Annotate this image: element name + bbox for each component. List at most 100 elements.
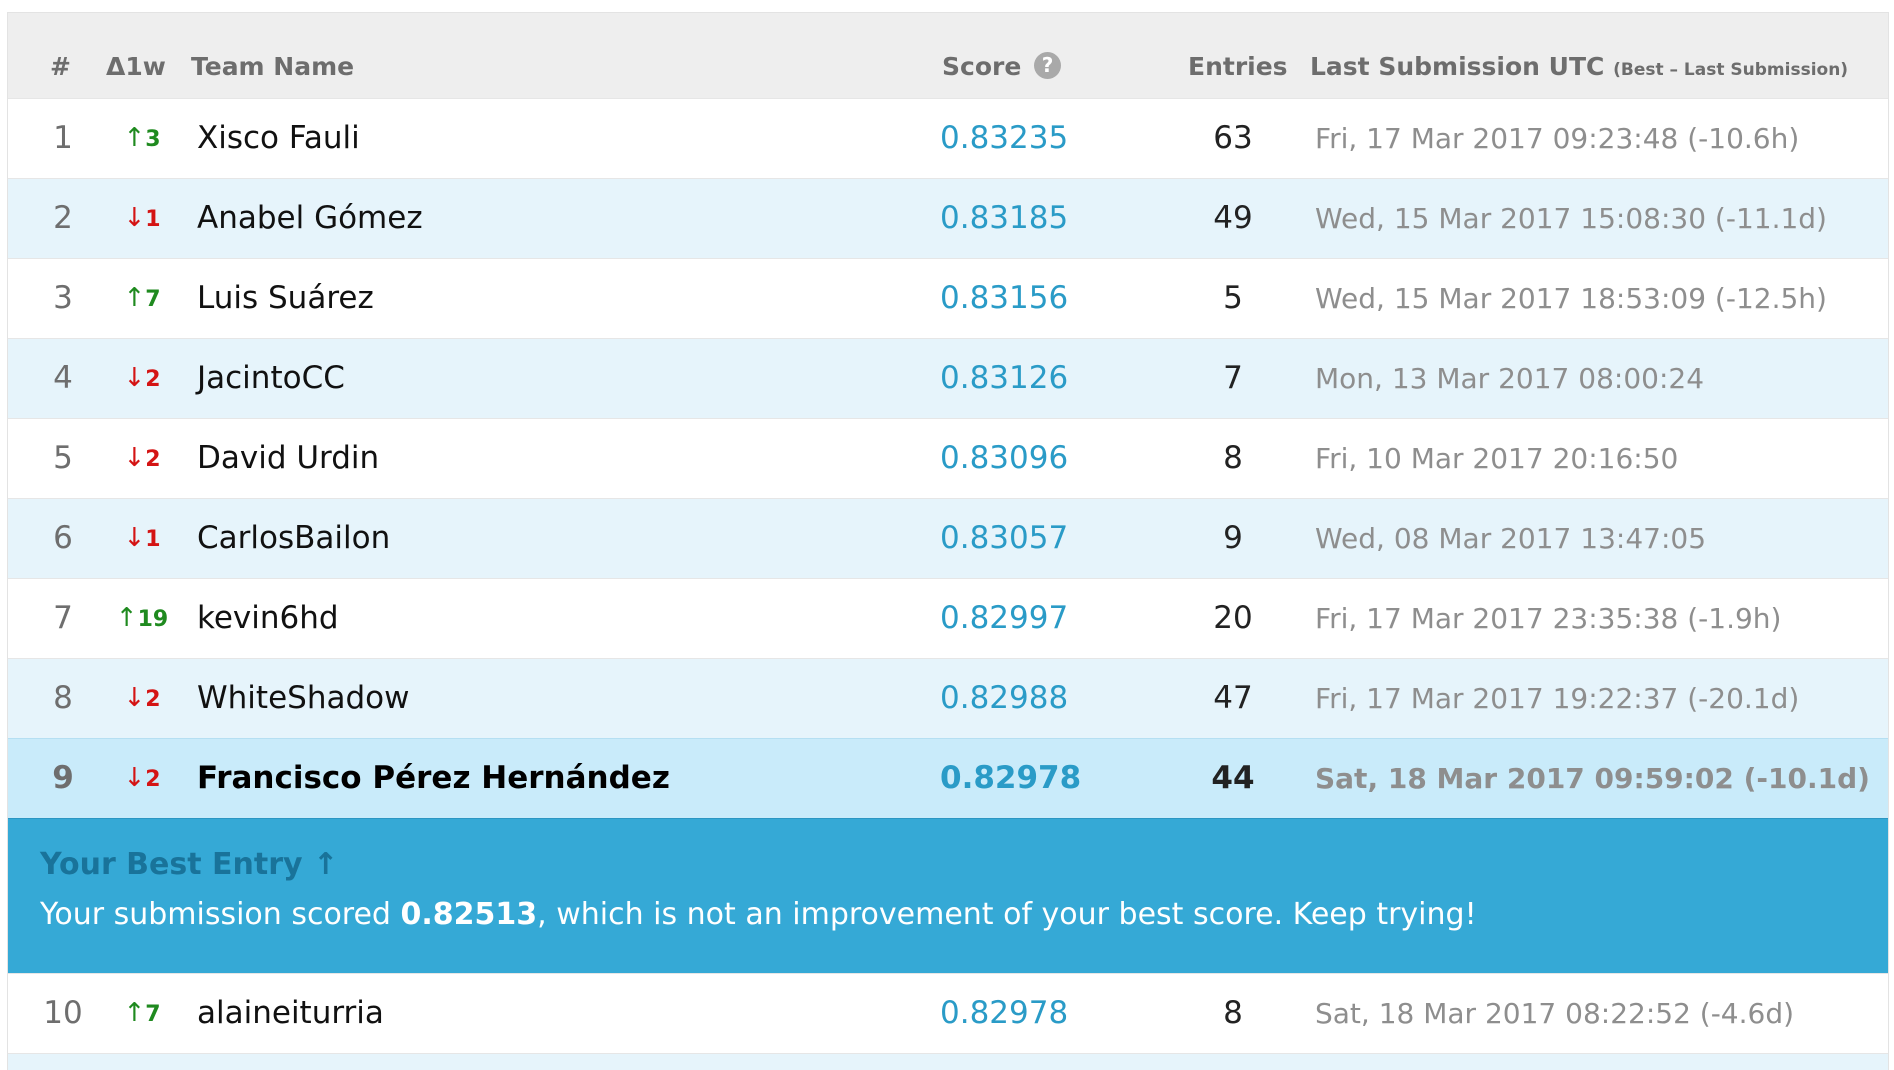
- header-entries[interactable]: Entries: [1188, 51, 1288, 83]
- rank: 1: [53, 120, 73, 156]
- team-name[interactable]: Luis Suárez: [197, 259, 374, 338]
- arrow-down-icon: ↓: [123, 683, 146, 713]
- score: 0.83156: [940, 280, 1069, 316]
- header-score-label: Score: [942, 52, 1022, 81]
- score: 0.83057: [940, 520, 1069, 556]
- rank-change: ↓2: [106, 419, 178, 499]
- arrow-up-icon: ↑: [123, 123, 146, 153]
- last-submission: Fri, 17 Mar 2017 19:22:37 (-20.1d): [1315, 682, 1800, 715]
- rank-change-value: 1: [145, 207, 161, 232]
- rank-change: ↓2: [106, 339, 178, 419]
- last-submission: Wed, 08 Mar 2017 13:47:05: [1315, 522, 1707, 555]
- table-row[interactable]: 4 ↓2 JacintoCC 0.83126 7 Mon, 13 Mar 201…: [8, 338, 1888, 418]
- team-name[interactable]: Francisco Pérez Hernández: [197, 739, 670, 818]
- arrow-down-icon: ↓: [123, 203, 146, 233]
- score: 0.82988: [940, 680, 1069, 716]
- rank: 5: [53, 440, 73, 476]
- table-row[interactable]: 3 ↑7 Luis Suárez 0.83156 5 Wed, 15 Mar 2…: [8, 258, 1888, 338]
- team-name[interactable]: JacintoCC: [197, 339, 345, 418]
- entries: 8: [1223, 440, 1243, 476]
- submission-score: 0.82513: [400, 897, 538, 932]
- team-name[interactable]: WhiteShadow: [197, 659, 409, 738]
- arrow-up-icon: ↑: [123, 283, 146, 313]
- score: 0.83126: [940, 360, 1069, 396]
- rank: 6: [53, 520, 73, 556]
- last-submission: Sat, 18 Mar 2017 08:22:52 (-4.6d): [1315, 997, 1795, 1030]
- team-name[interactable]: David Urdin: [197, 419, 379, 498]
- rank-change: ↓1: [106, 499, 178, 579]
- score: 0.82997: [940, 600, 1069, 636]
- header-last-submission-note: (Best – Last Submission): [1613, 60, 1849, 80]
- rank-change-value: 3: [145, 127, 161, 152]
- best-entry-banner: Your Best Entry ↑ Your submission scored…: [8, 818, 1888, 973]
- team-name[interactable]: Xisco Fauli: [197, 99, 360, 178]
- arrow-down-icon: ↓: [123, 523, 146, 553]
- arrow-down-icon: ↓: [123, 363, 146, 393]
- help-icon[interactable]: ?: [1034, 52, 1062, 79]
- rank-change-value: 2: [145, 367, 161, 392]
- rank: 4: [53, 360, 73, 396]
- arrow-up-icon: ↑: [115, 603, 138, 633]
- best-entry-title: Your Best Entry ↑: [40, 847, 339, 882]
- team-name[interactable]: CarlosBailon: [197, 499, 390, 578]
- rank: 10: [43, 995, 83, 1031]
- arrow-down-icon: ↓: [123, 443, 146, 473]
- last-submission: Sat, 18 Mar 2017 09:59:02 (-10.1d): [1315, 762, 1870, 795]
- header-rank[interactable]: #: [50, 51, 71, 83]
- team-name[interactable]: Anabel Gómez: [197, 179, 423, 258]
- entries: 63: [1213, 120, 1253, 156]
- rank-change-value: 2: [145, 447, 161, 472]
- rank-change: ↑7: [106, 259, 178, 339]
- rank-change-value: 2: [145, 767, 161, 792]
- last-submission: Wed, 15 Mar 2017 18:53:09 (-12.5h): [1315, 282, 1827, 315]
- header-last-submission[interactable]: Last Submission UTC (Best – Last Submiss…: [1310, 51, 1848, 86]
- header-delta[interactable]: Δ1w: [106, 51, 166, 83]
- table-row[interactable]: 5 ↓2 David Urdin 0.83096 8 Fri, 10 Mar 2…: [8, 418, 1888, 498]
- header-team-name[interactable]: Team Name: [191, 51, 354, 83]
- rank: 7: [53, 600, 73, 636]
- score: 0.82978: [940, 995, 1069, 1031]
- last-submission: Fri, 10 Mar 2017 20:16:50: [1315, 442, 1679, 475]
- team-name[interactable]: kevin6hd: [197, 579, 339, 658]
- rank: 3: [53, 280, 73, 316]
- entries: 9: [1223, 520, 1243, 556]
- entries: 47: [1213, 680, 1253, 716]
- last-submission: Fri, 17 Mar 2017 23:35:38 (-1.9h): [1315, 602, 1782, 635]
- table-row-current-team[interactable]: 9 ↓2 Francisco Pérez Hernández 0.82978 4…: [8, 738, 1888, 818]
- best-entry-message: Your submission scored 0.82513, which is…: [40, 897, 1477, 932]
- leaderboard-header: # Δ1w Team Name Score ? Entries Last Sub…: [8, 12, 1888, 98]
- message-prefix: Your submission scored: [40, 897, 401, 932]
- rank-change-value: 2: [145, 687, 161, 712]
- rank: 9: [52, 760, 74, 796]
- rank-change-value: 19: [137, 607, 169, 632]
- rank-change-value: 1: [145, 527, 161, 552]
- team-name[interactable]: alaineiturria: [197, 974, 384, 1053]
- last-submission: Wed, 15 Mar 2017 15:08:30 (-11.1d): [1315, 202, 1827, 235]
- table-row[interactable]: 7 ↑19 kevin6hd 0.82997 20 Fri, 17 Mar 20…: [8, 578, 1888, 658]
- table-row[interactable]: 8 ↓2 WhiteShadow 0.82988 47 Fri, 17 Mar …: [8, 658, 1888, 738]
- arrow-down-icon: ↓: [123, 763, 146, 793]
- rank-change-value: 7: [145, 287, 161, 312]
- entries: 5: [1223, 280, 1243, 316]
- last-submission: Fri, 17 Mar 2017 09:23:48 (-10.6h): [1315, 122, 1800, 155]
- table-row[interactable]: 1 ↑3 Xisco Fauli 0.83235 63 Fri, 17 Mar …: [8, 98, 1888, 178]
- rank-change: ↑3: [106, 99, 178, 179]
- rank-change: ↓1: [106, 179, 178, 259]
- entries: 44: [1211, 760, 1255, 796]
- rank-change: ↓2: [106, 739, 178, 819]
- table-row[interactable]: 10 ↑7 alaineiturria 0.82978 8 Sat, 18 Ma…: [8, 973, 1888, 1053]
- header-score[interactable]: Score ?: [942, 51, 1062, 83]
- last-submission: Mon, 13 Mar 2017 08:00:24: [1315, 362, 1705, 395]
- score: 0.83185: [940, 200, 1069, 236]
- table-row[interactable]: 2 ↓1 Anabel Gómez 0.83185 49 Wed, 15 Mar…: [8, 178, 1888, 258]
- score: 0.82978: [940, 760, 1082, 796]
- header-last-submission-label: Last Submission UTC: [1310, 52, 1605, 81]
- entries: 20: [1213, 600, 1253, 636]
- rank-change-value: 7: [145, 1002, 161, 1027]
- entries: 7: [1223, 360, 1243, 396]
- rank-change: ↑7: [106, 974, 178, 1054]
- entries: 8: [1223, 995, 1243, 1031]
- leaderboard: # Δ1w Team Name Score ? Entries Last Sub…: [7, 12, 1889, 1070]
- table-row[interactable]: 6 ↓1 CarlosBailon 0.83057 9 Wed, 08 Mar …: [8, 498, 1888, 578]
- rank: 2: [53, 200, 73, 236]
